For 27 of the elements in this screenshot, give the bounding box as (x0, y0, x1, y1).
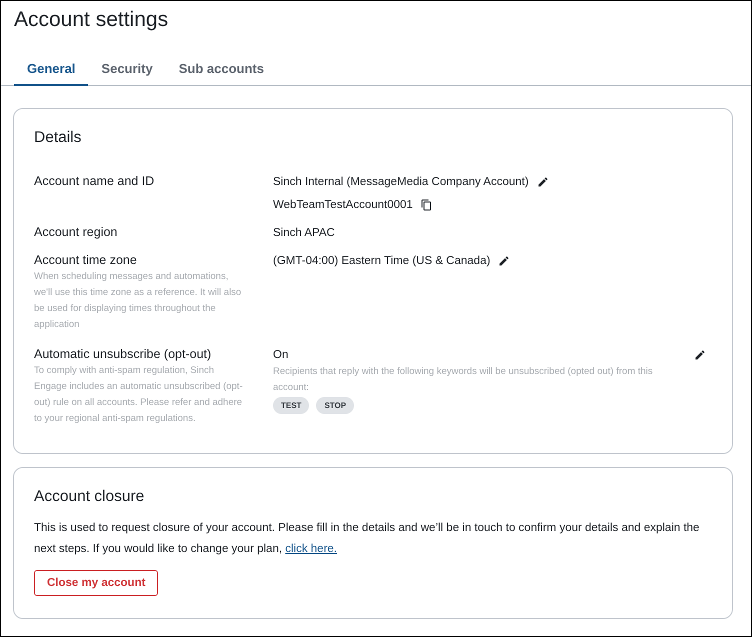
keyword-chip: STOP (316, 397, 354, 414)
pencil-icon[interactable] (498, 255, 510, 267)
field-value: WebTeamTestAccount0001 (273, 199, 413, 211)
tab[interactable]: Security (88, 57, 166, 86)
field-value: Sinch Internal (MessageMedia Company Account) (273, 176, 529, 188)
field-note: Recipients that reply with the following keywords will be unsubscribed (opted out) from this account: (273, 365, 654, 395)
pencil-icon[interactable] (536, 176, 549, 188)
closure-description: This is used to request closure of your account. Please fill in the details and we’ll be in touch to confirm your details and explain the next steps. If you would like to change your plan, click here. (34, 521, 700, 557)
field-value: Sinch APAC (273, 227, 335, 239)
field-value: (GMT-04:00) Eastern Time (US & Canada) (273, 255, 490, 267)
page-title: Account settings (13, 7, 170, 33)
field-label: Account time zone (34, 253, 138, 267)
field-label: Account name and ID (34, 174, 156, 188)
tab[interactable]: Sub accounts (166, 57, 277, 86)
pencil-icon[interactable] (694, 349, 706, 361)
field-label: Account region (34, 225, 118, 239)
link[interactable]: click here. (285, 543, 338, 555)
card-title: Details (34, 129, 82, 147)
copy-icon[interactable] (420, 199, 432, 211)
keyword-chip: TEST (273, 397, 310, 414)
card-title: Account closure (34, 488, 146, 506)
close-account-button[interactable]: Close my account (34, 570, 158, 596)
tab[interactable]: General (14, 57, 88, 86)
field-description: To comply with anti-spam regulation, Sinch Engage includes an automatic unsubscribed (opt-out) rule on all accounts. Please refer and adhere to your regional anti-spam regulations. (34, 364, 244, 426)
field-label: Automatic unsubscribe (opt-out) (34, 347, 212, 361)
field-description: When scheduling messages and automations, we'll use this time zone as a reference. It will also be used for displaying times throughout the application (34, 270, 242, 332)
field-value: On (273, 349, 288, 361)
